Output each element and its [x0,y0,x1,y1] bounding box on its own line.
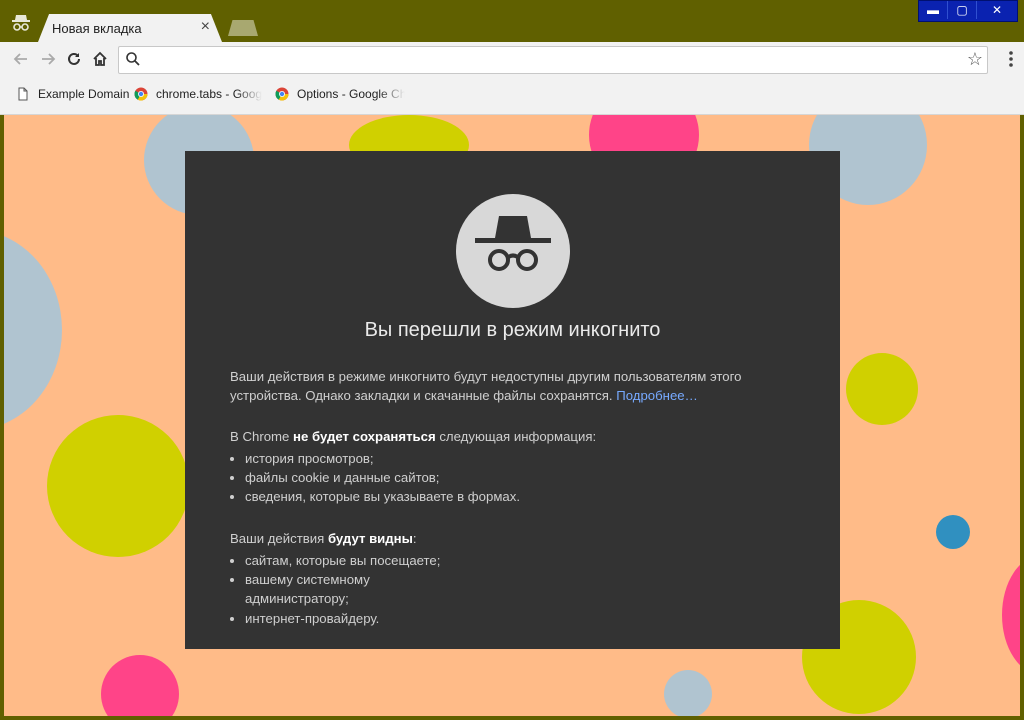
not-saved-bold: не будет сохраняться [293,429,436,444]
toolbar: ☆ [0,42,1024,76]
bg-dot [664,670,712,716]
incognito-intro: Ваши действия в режиме инкогнито будут н… [230,367,790,405]
kebab-menu-icon [1009,51,1013,67]
close-button[interactable]: ✕ [977,1,1017,19]
page-icon [18,87,28,101]
list-item: история просмотров; [245,449,520,468]
chrome-icon [134,87,148,101]
incognito-headline: Вы перешли в режим инкогнито [364,319,661,341]
visible-prefix: Ваши действия [230,531,328,546]
bookmark-options[interactable]: Options - Google Chr [275,87,405,101]
bg-dot [846,353,918,425]
search-icon [126,52,140,66]
forward-arrow-icon [42,53,56,65]
title-bar: Новая вкладка × ▬ ▢ ✕ [0,0,1024,42]
minimize-button[interactable]: ▬ [919,1,948,19]
not-saved-prefix: В Chrome [230,429,294,444]
incognito-hero-icon [456,194,570,308]
reload-button[interactable] [63,48,85,70]
menu-button[interactable] [1008,50,1014,73]
visible-bold: будут видны [327,531,413,546]
chrome-icon [275,87,289,101]
incognito-card: Вы перешли в режим инкогнито Ваши действ… [185,151,840,649]
bookmarks-bar: Example Domain chrome.tabs - Google Opti… [0,76,1024,115]
learn-more-link[interactable]: Подробнее… [616,388,698,403]
bg-dot [47,415,189,557]
list-item: сведения, которые вы указываете в формах… [245,487,520,506]
window-controls: ▬ ▢ ✕ [918,0,1018,22]
reload-icon [68,52,80,65]
visible-list: сайтам, которые вы посещаете; вашему сис… [230,551,440,628]
forward-button[interactable] [37,48,59,70]
browser-window: Новая вкладка × ▬ ▢ ✕ ☆ Example Domain c… [0,0,1024,720]
omnibox[interactable]: ☆ [118,46,988,74]
tab-title: Новая вкладка [52,21,142,36]
bookmark-label: Options - Google Chr [297,87,405,101]
visible-suffix: : [412,531,417,546]
bookmark-label: chrome.tabs - Google [156,87,262,101]
not-saved-list: история просмотров; файлы cookie и данны… [230,449,520,507]
bg-dot [1002,555,1020,675]
tab-new-tab[interactable]: Новая вкладка × [38,14,222,42]
bookmark-chrome-tabs[interactable]: chrome.tabs - Google [134,87,262,101]
new-tab-button[interactable] [228,20,258,36]
bg-dot [101,655,179,716]
tab-close-icon[interactable]: × [201,18,210,36]
not-saved-suffix: следующая информация: [435,429,597,444]
visible-heading: Ваши действия будут видны: [230,529,790,548]
list-item: вашему системному администратору; [245,570,390,608]
bg-dot [936,515,970,549]
home-icon [93,51,107,66]
bookmark-star-icon[interactable]: ☆ [967,49,983,70]
bookmark-label: Example Domain [38,87,130,101]
list-item: сайтам, которые вы посещаете; [245,551,440,570]
page-content: Вы перешли в режим инкогнито Ваши действ… [4,115,1020,716]
back-arrow-icon [13,53,27,65]
not-saved-heading: В Chrome не будет сохраняться следующая … [230,427,790,446]
address-input[interactable] [147,50,951,72]
home-button[interactable] [89,48,111,70]
incognito-icon [10,13,32,33]
list-item: файлы cookie и данные сайтов; [245,468,520,487]
maximize-button[interactable]: ▢ [948,1,977,19]
list-item: интернет-провайдеру. [245,609,390,628]
bg-dot [4,230,62,430]
back-button[interactable] [10,48,32,70]
bookmark-example-domain[interactable]: Example Domain [16,87,129,101]
